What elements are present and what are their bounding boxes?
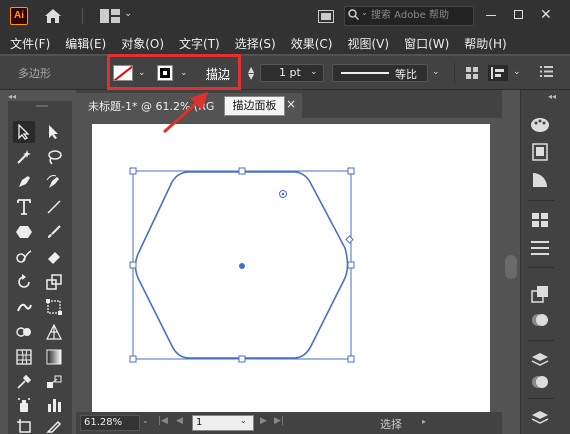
color-guide-icon[interactable] xyxy=(528,113,552,137)
menu-edit[interactable]: 编辑(E) xyxy=(65,35,106,52)
scale-tool-icon[interactable] xyxy=(43,271,65,293)
panel-grip[interactable] xyxy=(36,105,48,107)
eyedropper-tool-icon[interactable] xyxy=(13,371,35,393)
minimize-button[interactable] xyxy=(486,15,496,16)
canvas-area[interactable] xyxy=(76,118,502,412)
document-tab-bar: 未标题-1* @ 61.2% (RG × xyxy=(76,90,502,118)
type-tool-icon[interactable] xyxy=(13,196,35,218)
polygon-shape-layer[interactable] xyxy=(76,118,502,412)
next-artboard-icon[interactable]: ▶ xyxy=(260,416,267,426)
status-bar: 61.28% ⌄ |◀ ◀ 1 ⌄ ▶ ▶| 选择 ▸ xyxy=(76,412,502,434)
menu-view[interactable]: 视图(V) xyxy=(347,35,389,52)
slice-tool-icon[interactable] xyxy=(43,415,65,434)
collapse-icon[interactable]: ◂◂ xyxy=(8,92,16,101)
direct-selection-tool-icon[interactable] xyxy=(43,121,65,143)
mesh-tool-icon[interactable] xyxy=(13,346,35,368)
annotation-highlight-box xyxy=(107,54,241,90)
object-type-label: 多边形 xyxy=(18,67,51,80)
menu-help[interactable]: 帮助(H) xyxy=(464,35,506,52)
divider xyxy=(454,62,455,84)
last-artboard-icon[interactable]: ▶| xyxy=(274,416,284,426)
workspace-layout-icon[interactable] xyxy=(100,9,120,26)
chevron-down-icon[interactable]: ⌄ xyxy=(432,67,440,77)
zoom-field[interactable]: 61.28% xyxy=(80,415,140,431)
align-icon[interactable] xyxy=(488,65,508,84)
menu-type[interactable]: 文字(T) xyxy=(179,35,220,52)
grid-icon[interactable] xyxy=(466,67,478,82)
gradient-tool-icon[interactable] xyxy=(43,346,65,368)
status-text: 选择 xyxy=(380,418,402,431)
line-tool-icon[interactable] xyxy=(43,196,65,218)
selection-tool-icon[interactable] xyxy=(13,121,35,143)
tools-panel xyxy=(8,101,72,434)
app-logo: Ai xyxy=(10,7,28,25)
menu-bar: 文件(F) 编辑(E) 对象(O) 文字(T) 选择(S) 效果(C) 视图(V… xyxy=(0,32,570,54)
appearance-icon[interactable] xyxy=(528,308,552,332)
divider xyxy=(528,398,554,399)
shaper-tool-icon[interactable] xyxy=(13,246,35,268)
lasso-tool-icon[interactable] xyxy=(43,146,65,168)
divider xyxy=(82,8,83,24)
chevron-down-icon[interactable]: ⌄ xyxy=(310,67,318,77)
chevron-down-icon: ⌄ xyxy=(361,8,368,17)
maximize-button[interactable] xyxy=(514,10,523,19)
properties-icon[interactable] xyxy=(528,140,552,164)
vertical-scrollbar[interactable] xyxy=(505,255,517,279)
curvature-tool-icon[interactable] xyxy=(43,171,65,193)
search-icon xyxy=(348,9,360,23)
chevron-down-icon[interactable]: ⌄ xyxy=(124,8,132,19)
perspective-grid-tool-icon[interactable] xyxy=(43,321,65,343)
free-transform-tool-icon[interactable] xyxy=(43,296,65,318)
polygon-tool-icon[interactable] xyxy=(13,221,35,243)
control-bar: 多边形 ⌄ ⌄ 描边 : ▲ ▼ 1 pt ⌄ 等比 ⌄ ⌄ xyxy=(0,56,570,90)
home-icon[interactable] xyxy=(44,8,62,27)
arrange-documents-icon[interactable] xyxy=(318,10,334,26)
expand-panels-icon[interactable]: ◂◂ xyxy=(548,92,556,101)
annotation-arrow-icon xyxy=(160,88,220,139)
previous-artboard-icon[interactable]: ◀ xyxy=(176,416,183,426)
warp-tool-icon[interactable] xyxy=(13,296,35,318)
eraser-tool-icon[interactable] xyxy=(43,246,65,268)
transparency-icon[interactable] xyxy=(528,168,552,192)
layers-icon[interactable] xyxy=(528,348,552,372)
rotate-tool-icon[interactable] xyxy=(13,271,35,293)
magic-wand-tool-icon[interactable] xyxy=(13,146,35,168)
column-graph-tool-icon[interactable] xyxy=(43,394,65,416)
menu-object[interactable]: 对象(O) xyxy=(121,35,164,52)
profile-label: 等比 xyxy=(395,68,417,81)
profile-preview xyxy=(341,72,389,74)
first-artboard-icon[interactable]: |◀ xyxy=(158,416,168,426)
chevron-right-icon[interactable]: ▸ xyxy=(422,417,426,426)
pen-tool-icon[interactable] xyxy=(13,171,35,193)
menu-file[interactable]: 文件(F) xyxy=(10,35,50,52)
variable-width-profile[interactable]: 等比 xyxy=(332,64,428,82)
stroke-weight-spinner[interactable]: ▲ ▼ xyxy=(248,66,254,81)
artboard-tool-icon[interactable] xyxy=(13,415,35,434)
blend-tool-icon[interactable] xyxy=(43,371,65,393)
title-bar: Ai ⌄ 搜索 Adobe 帮助 ⌄ ✕ xyxy=(0,0,570,32)
shape-builder-tool-icon[interactable] xyxy=(13,321,35,343)
chevron-down-icon[interactable]: ⌄ xyxy=(513,67,521,77)
libraries-icon[interactable] xyxy=(528,370,552,394)
center-point xyxy=(239,263,245,269)
swatches-icon[interactable] xyxy=(528,208,552,232)
panel-menu-icon[interactable] xyxy=(540,66,553,80)
divider xyxy=(528,267,554,268)
menu-effect[interactable]: 效果(C) xyxy=(291,35,333,52)
menu-window[interactable]: 窗口(W) xyxy=(404,35,449,52)
divider xyxy=(528,340,554,341)
pathfinder-icon[interactable] xyxy=(528,282,552,306)
polygon-sides-widget xyxy=(345,235,354,244)
close-icon[interactable]: × xyxy=(286,97,296,111)
chevron-down-icon[interactable]: ⌄ xyxy=(142,416,149,425)
menu-select[interactable]: 选择(S) xyxy=(235,35,276,52)
asset-export-icon[interactable] xyxy=(528,406,552,430)
divider xyxy=(528,200,554,201)
close-window-button[interactable]: ✕ xyxy=(540,7,552,23)
paintbrush-tool-icon[interactable] xyxy=(43,221,65,243)
align-panel-icon[interactable] xyxy=(528,236,552,260)
chevron-down-icon[interactable]: ⌄ xyxy=(240,416,247,425)
symbol-sprayer-tool-icon[interactable] xyxy=(13,394,35,416)
tooltip: 描边面板 xyxy=(224,96,285,116)
